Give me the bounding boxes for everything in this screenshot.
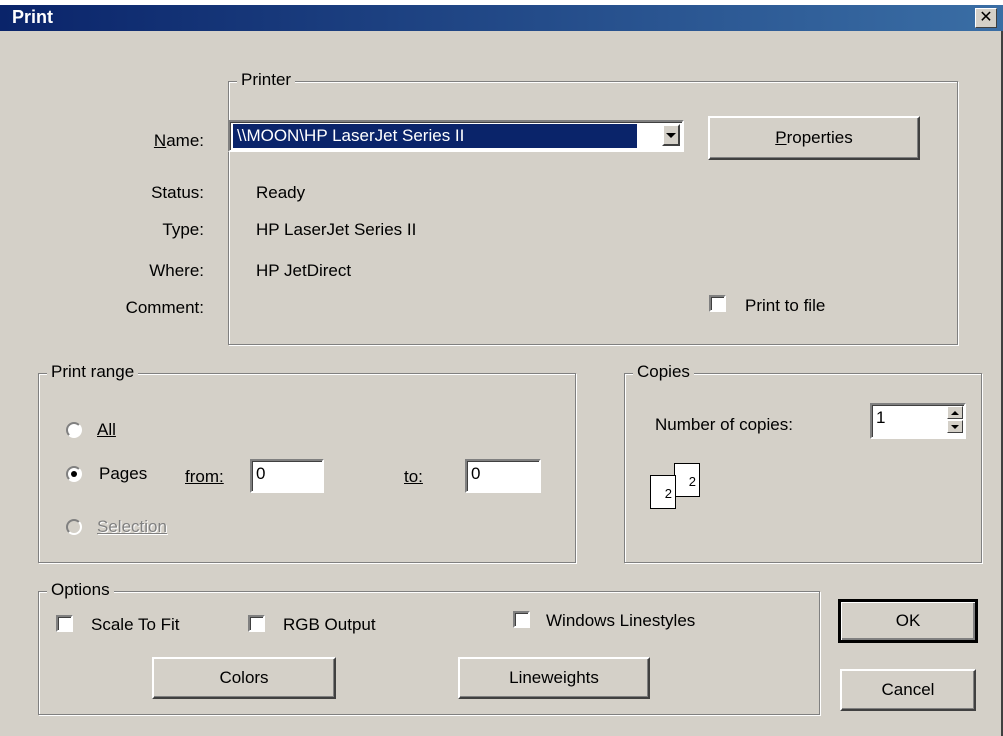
close-button[interactable]: ✕ <box>975 8 997 28</box>
to-label: to: <box>404 467 423 486</box>
ok-button[interactable]: OK <box>838 599 978 643</box>
windows-linestyles-label[interactable]: Windows Linestyles <box>546 611 695 631</box>
type-label: Type: <box>162 220 204 239</box>
collate-page-back: 2 <box>674 463 700 497</box>
range-all-label[interactable]: All <box>97 420 116 440</box>
printer-dropdown-button[interactable] <box>662 124 680 146</box>
range-pages-radio[interactable] <box>66 466 82 482</box>
from-label: from: <box>185 467 224 486</box>
type-value: HP LaserJet Series II <box>256 220 417 239</box>
print-dialog: Print ✕ Printer Name: \\MOON\HP LaserJet… <box>0 5 1003 736</box>
print-to-file-label[interactable]: Print to file <box>745 296 825 316</box>
scale-to-fit-checkbox[interactable] <box>56 615 73 632</box>
spinner-down-icon <box>951 424 959 429</box>
to-input[interactable]: 0 <box>465 459 541 493</box>
comment-label: Comment: <box>125 298 204 317</box>
copies-group-label: Copies <box>633 362 694 382</box>
print-to-file-checkbox[interactable] <box>709 295 726 312</box>
range-selection-label[interactable]: Selection <box>97 517 167 537</box>
print-range-group-label: Print range <box>47 362 139 382</box>
collate-pages-icon: 2 2 <box>648 460 708 530</box>
spinner-up-icon <box>951 410 959 415</box>
collate-page-front: 2 <box>650 475 676 509</box>
printer-name-combobox[interactable]: \\MOON\HP LaserJet Series II <box>228 120 684 152</box>
cancel-button[interactable]: Cancel <box>840 669 976 711</box>
window-title: Print <box>12 7 54 27</box>
close-icon: ✕ <box>979 9 993 26</box>
options-group-label: Options <box>47 580 114 600</box>
title-bar[interactable]: Print ✕ <box>0 5 1003 31</box>
copies-spin-up[interactable] <box>947 406 963 419</box>
colors-button[interactable]: Colors <box>152 657 336 699</box>
where-value: HP JetDirect <box>256 261 352 280</box>
status-label: Status: <box>151 183 204 202</box>
number-of-copies-label: Number of copies: <box>655 415 793 434</box>
range-selection-radio[interactable] <box>66 519 82 535</box>
properties-button-label: roperties <box>786 128 853 147</box>
properties-button[interactable]: Properties <box>708 116 920 160</box>
copies-value: 1 <box>876 408 886 427</box>
rgb-output-label[interactable]: RGB Output <box>283 615 376 635</box>
where-label: Where: <box>149 261 204 280</box>
rgb-output-checkbox[interactable] <box>248 615 265 632</box>
windows-linestyles-checkbox[interactable] <box>513 611 530 628</box>
printer-name-selected: \\MOON\HP LaserJet Series II <box>233 124 637 148</box>
lineweights-button[interactable]: Lineweights <box>458 657 650 699</box>
chevron-down-icon <box>666 132 676 138</box>
copies-spin-down[interactable] <box>947 420 963 433</box>
printer-name-label: Name: <box>153 131 204 150</box>
range-all-radio[interactable] <box>66 422 82 438</box>
copies-input[interactable]: 1 <box>870 403 966 439</box>
range-pages-label[interactable]: Pages <box>99 464 147 484</box>
status-value: Ready <box>256 183 306 202</box>
from-input[interactable]: 0 <box>250 459 324 493</box>
scale-to-fit-label[interactable]: Scale To Fit <box>91 615 180 635</box>
printer-group-label: Printer <box>237 70 296 90</box>
